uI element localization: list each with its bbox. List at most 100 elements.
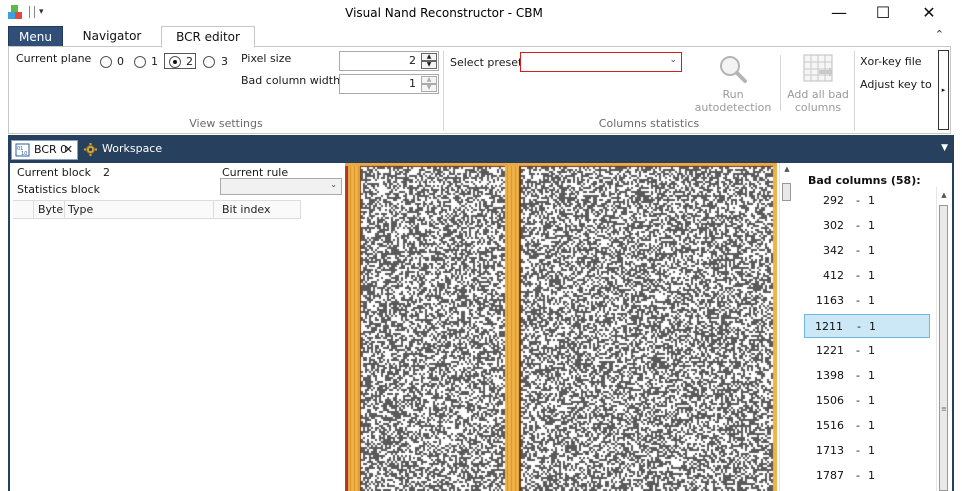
svg-text:10: 10 [21, 151, 27, 157]
window-title: Visual Nand Reconstructor - CBM [345, 6, 543, 20]
column-separator [64, 201, 65, 218]
spin-down-icon[interactable]: ▼ [421, 84, 437, 92]
maximize-button[interactable]: ☐ [860, 0, 906, 25]
column-separator [213, 201, 214, 218]
title-bar: ▾ Visual Nand Reconstructor - CBM — ☐ ✕ [0, 0, 962, 25]
pixel-size-spinner[interactable]: 2 ▲ ▼ [339, 51, 439, 71]
minimize-button[interactable]: — [816, 0, 862, 25]
scrollbar-thumb[interactable] [939, 205, 948, 491]
column-header-bit-index[interactable]: Bit index [222, 203, 271, 216]
add-all-bad-columns-label-1: Add all bad [787, 88, 849, 101]
add-columns-icon [803, 54, 833, 82]
spin-down-icon[interactable]: ▼ [421, 61, 437, 69]
bad-column-separator: - [856, 444, 860, 457]
collapse-ribbon-icon[interactable]: ⌃ [935, 28, 944, 41]
grip-icon: ≡ [941, 405, 947, 413]
columns-statistics-caption: Columns statistics [598, 117, 700, 130]
bad-columns-panel: Bad columns (58): 292-1 302-1 342-1 412-1 11… [794, 163, 952, 491]
bad-column-index: 1211 [815, 320, 843, 333]
plane-radio-0-label: 0 [117, 55, 124, 68]
bad-column-index: 292 [823, 194, 844, 207]
ribbon-scroll-right-icon[interactable]: ▸ [938, 50, 949, 130]
chevron-down-icon: ⌄ [669, 55, 677, 65]
adjust-key-button[interactable]: Adjust key to p [860, 78, 936, 91]
run-autodetection-label-1: Run [722, 88, 744, 101]
bad-column-width: 1 [868, 244, 875, 257]
select-preset-label: Select preset [450, 56, 523, 69]
tab-navigator[interactable]: Navigator [72, 26, 152, 48]
bad-column-item[interactable]: 1787-1 [804, 464, 930, 488]
menu-button[interactable]: Menu [8, 26, 63, 47]
add-all-bad-columns-label-2: columns [794, 101, 842, 114]
bad-column-index: 1713 [816, 444, 844, 457]
add-all-bad-columns-button[interactable]: Add all bad columns [783, 53, 853, 114]
plane-radio-0[interactable] [100, 56, 112, 68]
current-plane-label: Current plane [16, 52, 92, 65]
column-header-byte[interactable]: Byte [38, 203, 63, 216]
bad-column-item[interactable]: 1398-1 [804, 364, 930, 388]
run-autodetection-label-2: autodetection [694, 101, 772, 114]
bad-column-item[interactable]: 1163-1 [804, 289, 930, 313]
bad-column-item[interactable]: 342-1 [804, 239, 930, 263]
spin-up-icon[interactable]: ▲ [421, 76, 437, 84]
close-button[interactable]: ✕ [906, 0, 952, 25]
close-tab-icon[interactable]: ✕ [64, 141, 73, 159]
tab-bcr-0[interactable]: 01 10 BCR 0 ✕ [11, 140, 78, 160]
bad-column-width: 1 [868, 369, 875, 382]
tab-workspace[interactable]: Workspace [80, 140, 170, 160]
bad-column-width: 1 [868, 194, 875, 207]
bad-column-width: 1 [868, 469, 875, 482]
bitmap-scrollbar[interactable]: ▲ [779, 163, 793, 491]
bad-column-separator: - [856, 394, 860, 407]
bad-column-separator: - [856, 219, 860, 232]
plane-radio-1-label: 1 [151, 55, 158, 68]
bad-column-item[interactable]: 1221-1 [804, 339, 930, 363]
bad-column-width: 1 [868, 269, 875, 282]
bad-column-index: 1787 [816, 469, 844, 482]
tab-bcr-editor[interactable]: BCR editor [161, 26, 255, 48]
plane-radio-3-label: 3 [221, 55, 228, 68]
plane-radio-3[interactable] [203, 56, 215, 68]
xor-key-file-button[interactable]: Xor-key file [860, 55, 922, 68]
view-settings-caption: View settings [189, 117, 263, 130]
plane-radio-1[interactable] [134, 56, 146, 68]
bits-grid-header: Byte Type Bit index [13, 200, 301, 219]
document-tabs-menu-icon[interactable]: ▼ [941, 143, 948, 153]
pixel-size-value: 2 [409, 54, 416, 67]
column-header-type[interactable]: Type [68, 203, 93, 216]
pixel-size-label: Pixel size [241, 52, 292, 65]
tab-workspace-label: Workspace [102, 142, 163, 155]
ribbon-tab-bar: Menu Navigator BCR editor ⌃ [0, 25, 962, 48]
bad-column-item[interactable]: 1713-1 [804, 439, 930, 463]
scroll-up-icon[interactable]: ▲ [938, 191, 950, 203]
scrollbar-thumb[interactable] [782, 183, 791, 201]
workspace-gear-icon [84, 143, 97, 156]
bit-pattern-canvas[interactable] [345, 163, 777, 491]
tab-bcr-0-label: BCR 0 [34, 143, 68, 156]
bad-column-item[interactable]: 1516-1 [804, 414, 930, 438]
spin-up-icon[interactable]: ▲ [421, 53, 437, 61]
scroll-up-icon[interactable]: ▲ [781, 165, 793, 177]
bad-column-width: 1 [869, 320, 876, 333]
bad-column-index: 1506 [816, 394, 844, 407]
current-block-value: 2 [103, 166, 110, 179]
bad-column-separator: - [856, 244, 860, 257]
bad-column-separator: - [857, 320, 861, 333]
bad-columns-scrollbar[interactable]: ▲ ≡ [936, 187, 950, 491]
bad-column-item[interactable]: 1506-1 [804, 389, 930, 413]
bad-column-item[interactable]: 1211 -1 [804, 314, 930, 338]
bad-column-width: 1 [868, 344, 875, 357]
bad-column-index: 412 [823, 269, 844, 282]
bad-column-item[interactable]: 302-1 [804, 214, 930, 238]
select-preset-combobox[interactable]: ⌄ [520, 52, 682, 72]
bad-column-item[interactable]: 412-1 [804, 264, 930, 288]
bad-column-width-spinner[interactable]: 1 ▲ ▼ [339, 74, 439, 94]
plane-radio-2[interactable] [169, 56, 181, 68]
bad-column-separator: - [856, 294, 860, 307]
bitmap-view[interactable] [345, 163, 777, 491]
bad-column-item[interactable]: 292-1 [804, 189, 930, 213]
current-rule-combobox[interactable]: ⌄ [220, 178, 342, 195]
bad-columns-title: Bad columns (58): [808, 174, 921, 187]
run-autodetection-button[interactable]: Run autodetection [687, 53, 779, 114]
statistics-block-label: Statistics block [17, 183, 100, 196]
